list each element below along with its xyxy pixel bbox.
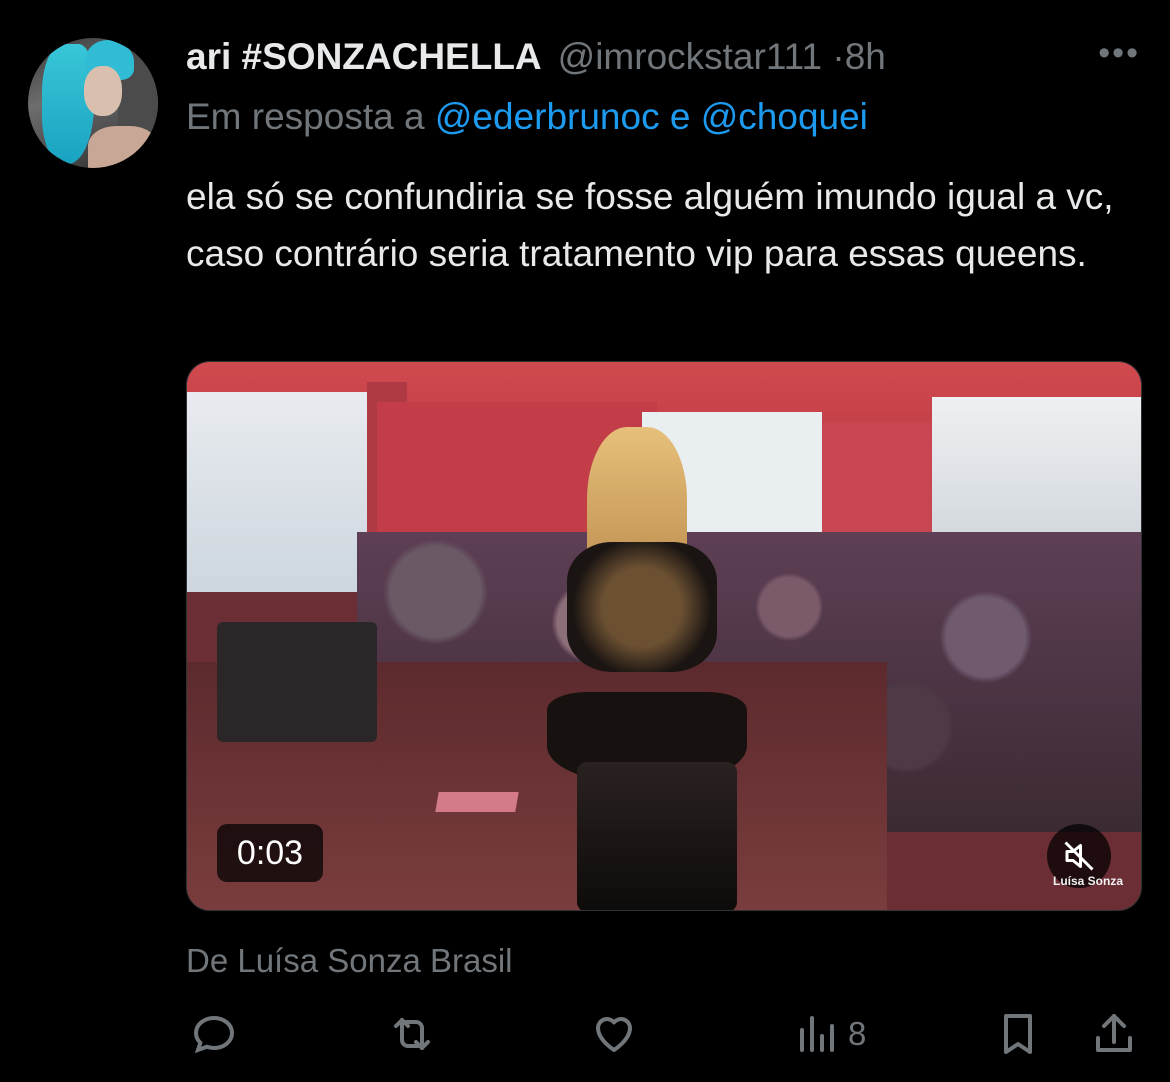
video-frame-sky	[187, 392, 377, 592]
avatar[interactable]	[28, 38, 158, 168]
action-bar: 8	[186, 1006, 1142, 1062]
heart-icon	[596, 1017, 632, 1052]
video-player[interactable]: 0:03 Luísa Sonza	[186, 361, 1142, 911]
reply-user-link[interactable]: @ederbrunoc	[435, 96, 660, 137]
views-chart-icon	[800, 1016, 834, 1052]
avatar-face	[84, 66, 122, 116]
views-button[interactable]: 8	[792, 1006, 866, 1062]
tweet-time[interactable]: 8h	[845, 36, 886, 77]
reply-icon	[193, 1015, 235, 1054]
video-frame-performer	[567, 542, 717, 672]
media-source[interactable]: De Luísa Sonza Brasil	[186, 942, 513, 980]
video-frame-pad	[435, 792, 519, 812]
reply-user-link[interactable]: @choquei	[701, 96, 868, 137]
separator-dot: ·	[832, 36, 845, 77]
avatar-shoulder	[88, 126, 158, 168]
video-watermark: Luísa Sonza	[1053, 874, 1124, 888]
retweet-button[interactable]	[388, 1006, 436, 1062]
reply-prefix: Em resposta a	[186, 96, 425, 137]
reply-button[interactable]	[190, 1006, 238, 1062]
bookmark-button[interactable]	[994, 1006, 1042, 1062]
video-frame-performer	[577, 762, 737, 910]
reply-context: Em resposta a @ederbrunoc e @choquei	[186, 96, 868, 138]
tweet-header: ari #SONZACHELLA @imrockstar111 ·8h •••	[186, 36, 1150, 80]
tweet-text: ela só se confundiria se fosse alguém im…	[186, 176, 1114, 274]
like-button[interactable]	[590, 1006, 638, 1062]
share-icon	[1096, 1014, 1132, 1052]
author-meta: @imrockstar111 ·8h	[558, 36, 886, 78]
retweet-icon	[394, 1018, 430, 1050]
author-handle[interactable]: @imrockstar111	[558, 36, 822, 77]
video-duration: 0:03	[217, 824, 323, 882]
more-horizontal-icon[interactable]: •••	[1098, 36, 1140, 70]
reply-conjunction: e	[669, 96, 691, 137]
views-count: 8	[848, 1015, 867, 1052]
share-button[interactable]	[1090, 1006, 1138, 1062]
video-frame-speaker	[217, 622, 377, 742]
author-name[interactable]: ari #SONZACHELLA	[186, 36, 542, 78]
bookmark-icon	[1004, 1014, 1032, 1054]
